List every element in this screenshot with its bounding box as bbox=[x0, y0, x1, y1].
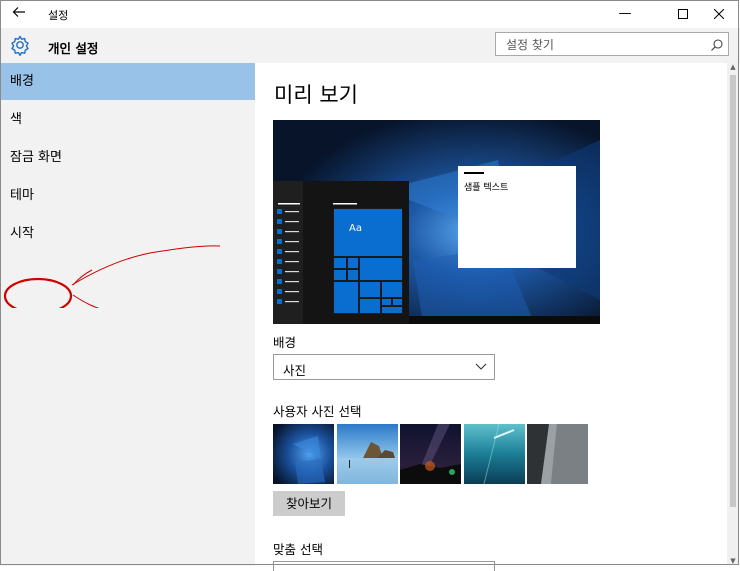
scroll-down-icon[interactable]: ▼ bbox=[729, 557, 737, 565]
picture-thumbnail-rock[interactable] bbox=[527, 424, 588, 484]
start-tile bbox=[359, 298, 381, 314]
scroll-up-icon[interactable]: ▲ bbox=[729, 63, 737, 71]
sidebar-item-lock-screen[interactable]: 잠금 화면 bbox=[0, 139, 255, 176]
sample-titlebar bbox=[464, 172, 484, 174]
start-tile bbox=[381, 306, 403, 314]
start-tile bbox=[347, 269, 359, 281]
sidebar-item-label: 테마 bbox=[10, 188, 34, 203]
start-tile bbox=[333, 257, 347, 269]
sample-text: 샘플 텍스트 bbox=[464, 183, 509, 193]
background-dropdown[interactable]: 사진 bbox=[273, 354, 495, 380]
start-tile bbox=[333, 281, 359, 314]
sidebar: 배경 색 잠금 화면 테마 시작 bbox=[0, 63, 255, 566]
scroll-thumb[interactable] bbox=[730, 75, 736, 507]
vertical-scrollbar[interactable]: ▲ ▼ bbox=[727, 63, 739, 565]
gear-icon bbox=[9, 34, 31, 56]
browse-button[interactable]: 찾아보기 bbox=[273, 491, 345, 516]
tile-label: Aa bbox=[349, 223, 362, 234]
start-tile bbox=[359, 281, 381, 298]
fit-dropdown[interactable] bbox=[273, 561, 495, 571]
choose-picture-label: 사용자 사진 선택 bbox=[273, 404, 362, 419]
start-menu-preview: Aa bbox=[273, 181, 409, 324]
background-dropdown-value: 사진 bbox=[283, 363, 307, 378]
sidebar-item-background[interactable]: 배경 bbox=[0, 63, 255, 100]
sidebar-item-label: 배경 bbox=[10, 74, 34, 89]
sample-window: 샘플 텍스트 bbox=[458, 166, 576, 268]
close-button[interactable] bbox=[696, 0, 740, 28]
start-tile bbox=[347, 257, 359, 269]
picture-thumbnail-underwater[interactable] bbox=[464, 424, 525, 484]
page-title: 개인 설정 bbox=[48, 41, 99, 56]
title-bar: 설정 — bbox=[0, 0, 740, 28]
sidebar-item-themes[interactable]: 테마 bbox=[0, 177, 255, 214]
background-label: 배경 bbox=[273, 335, 297, 350]
search-icon[interactable] bbox=[710, 37, 724, 51]
choose-fit-label: 맞춤 선택 bbox=[273, 542, 323, 557]
start-tile bbox=[359, 257, 403, 281]
start-tile-large: Aa bbox=[333, 208, 403, 257]
back-arrow-icon[interactable] bbox=[8, 4, 30, 24]
preview-heading: 미리 보기 bbox=[274, 83, 358, 107]
start-tile bbox=[381, 281, 403, 298]
chevron-down-icon bbox=[475, 363, 487, 370]
start-tile bbox=[333, 269, 347, 281]
desktop-preview: Aa 샘플 텍스트 bbox=[273, 120, 600, 324]
minimize-button[interactable]: — bbox=[602, 0, 648, 28]
start-tile bbox=[381, 298, 392, 306]
sidebar-item-color[interactable]: 색 bbox=[0, 101, 255, 138]
search-input[interactable] bbox=[504, 33, 708, 57]
sidebar-item-label: 색 bbox=[10, 112, 22, 127]
search-box[interactable] bbox=[495, 32, 729, 57]
red-annotation-circle bbox=[3, 245, 221, 308]
page-header: 개인 설정 bbox=[0, 28, 740, 63]
start-tile bbox=[392, 298, 403, 306]
picture-thumbnail-milky-way[interactable] bbox=[400, 424, 461, 484]
picture-thumbnail-windows[interactable] bbox=[273, 424, 334, 484]
sidebar-item-label: 잠금 화면 bbox=[10, 150, 62, 165]
window-title: 설정 bbox=[48, 9, 69, 22]
picture-thumbnail-beach[interactable] bbox=[337, 424, 398, 484]
